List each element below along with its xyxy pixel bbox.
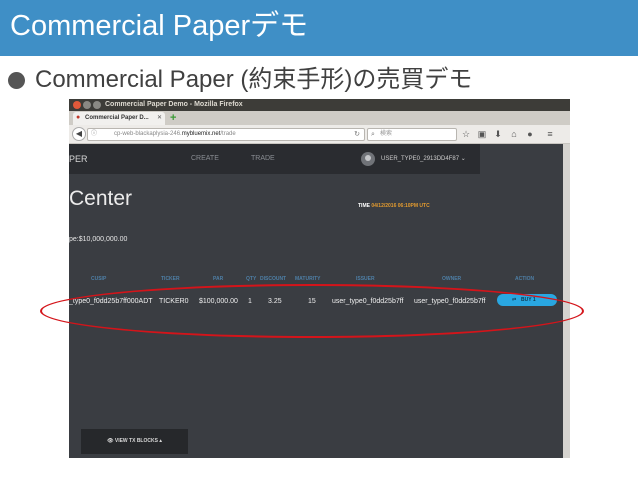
browser-screenshot: Commercial Paper Demo - Mozilla Firefox …: [69, 99, 570, 458]
chat-icon[interactable]: ●: [524, 128, 536, 140]
clipboard-icon[interactable]: ▣: [476, 128, 488, 140]
back-button[interactable]: ◀: [72, 127, 86, 141]
user-menu[interactable]: USER_TYPE0_2913DD4F87 ⌄: [381, 144, 466, 174]
bullet-text: Commercial Paper (約束手形)の売買デモ: [35, 66, 473, 93]
maximize-window-icon[interactable]: [93, 101, 101, 109]
column-header-discount: DISCOUNT: [260, 276, 287, 282]
time-display: TIME 04/12/2016 06:10PM UTC: [358, 202, 430, 210]
search-bar[interactable]: ⌕ 検索: [367, 128, 457, 141]
column-header-issuer: ISSUER: [356, 276, 375, 282]
column-header-action: ACTION: [515, 276, 535, 282]
star-icon[interactable]: ☆: [460, 128, 472, 140]
nav-create-link[interactable]: CREATE: [191, 144, 219, 174]
new-tab-button[interactable]: +: [170, 111, 176, 125]
column-header-ticker: TICKER: [161, 276, 180, 282]
page-title: Center: [69, 187, 133, 210]
menu-icon[interactable]: ≡: [544, 128, 556, 140]
search-icon: ⌕: [371, 131, 375, 138]
bullet-icon: [8, 72, 25, 89]
user-avatar[interactable]: [361, 152, 375, 166]
column-header-maturity: MATURITY: [295, 276, 321, 282]
par-total: pe:$10,000,000.00: [69, 236, 128, 243]
column-header-owner: OWNER: [442, 276, 462, 282]
browser-tab[interactable]: ● Commercial Paper D... ✕: [73, 112, 165, 125]
site-info-icon[interactable]: ⓘ: [91, 130, 97, 139]
view-tx-blocks-button[interactable]: 👁 VIEW TX BLOCKS ▴: [81, 429, 188, 454]
url-text: cp-web-blackaplysia-246.mybluemix.net/tr…: [114, 129, 236, 140]
reload-icon[interactable]: ↻: [354, 129, 360, 140]
close-tab-icon[interactable]: ✕: [157, 114, 162, 122]
home-icon[interactable]: ⌂: [508, 128, 520, 140]
view-tx-blocks-label: 👁 VIEW TX BLOCKS ▴: [107, 438, 162, 444]
url-host: mybluemix.net: [181, 131, 221, 137]
nav-trade-link[interactable]: TRADE: [251, 144, 275, 174]
slide-title: Commercial Paperデモ: [10, 10, 309, 42]
slide-header: Commercial Paperデモ: [0, 0, 638, 56]
address-bar[interactable]: ⓘ cp-web-blackaplysia-246.mybluemix.net/…: [87, 128, 365, 141]
search-placeholder: 検索: [380, 131, 393, 137]
tab-bar: ● Commercial Paper D... ✕ +: [69, 111, 570, 125]
window-title: Commercial Paper Demo - Mozilla Firefox: [105, 101, 243, 108]
column-header-cusip: CUSIP: [91, 276, 107, 282]
close-window-icon[interactable]: [73, 101, 81, 109]
time-value: 04/12/2016 06:10PM UTC: [371, 203, 430, 209]
url-path: /trade: [220, 131, 236, 137]
brand-text[interactable]: PER: [69, 144, 88, 174]
highlight-ellipse: [40, 284, 584, 338]
window-titlebar: Commercial Paper Demo - Mozilla Firefox: [69, 99, 570, 111]
column-header-par: PAR: [213, 276, 224, 282]
favicon-icon: ●: [76, 114, 81, 121]
tab-label: Commercial Paper D...: [85, 115, 149, 121]
minimize-window-icon[interactable]: [83, 101, 91, 109]
time-label: TIME: [358, 203, 370, 209]
navigation-toolbar: ◀ ⓘ cp-web-blackaplysia-246.mybluemix.ne…: [69, 125, 570, 144]
download-icon[interactable]: ⬇: [492, 128, 504, 140]
column-header-qty: QTY: [246, 276, 257, 282]
url-prefix: cp-web-blackaplysia-246.: [114, 131, 182, 137]
app-navbar: PER CREATE TRADE USER_TYPE0_2913DD4F87 ⌄: [69, 144, 480, 174]
